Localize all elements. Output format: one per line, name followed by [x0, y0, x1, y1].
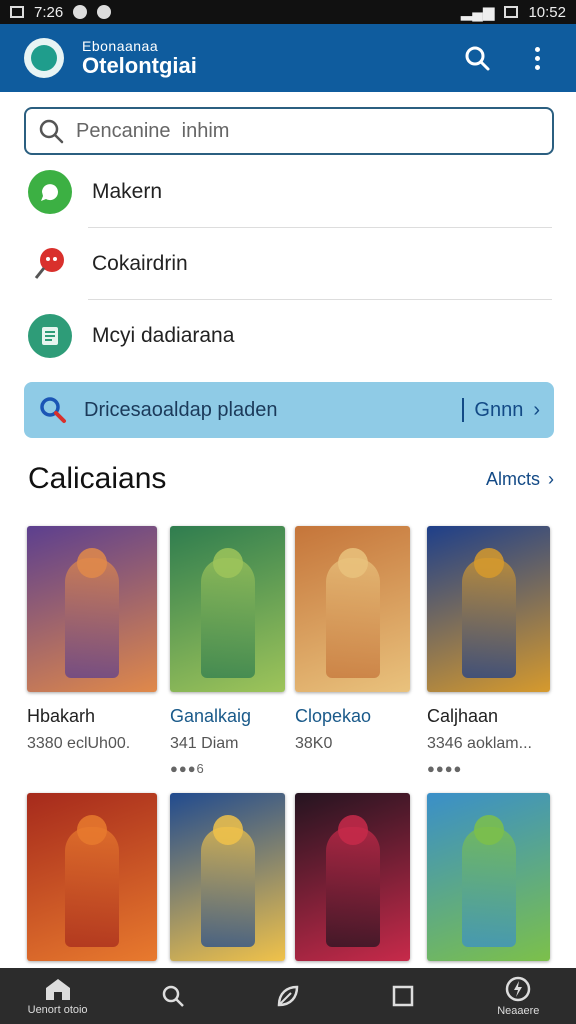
- more-options-icon[interactable]: [522, 43, 552, 73]
- image-icon: [10, 6, 24, 18]
- menu-item-makern[interactable]: Makern: [0, 156, 576, 228]
- search-bar[interactable]: [24, 107, 554, 155]
- app-titles: Ebonaanaa Otelontgiai: [82, 39, 197, 77]
- game-card[interactable]: [170, 793, 285, 961]
- nav-item-square[interactable]: [353, 968, 453, 1024]
- rating-dots: ●●●●: [427, 761, 463, 776]
- game-cover-image: [295, 526, 410, 692]
- nav-label: Uenort otoio: [27, 1004, 88, 1016]
- game-cover-image: [27, 793, 157, 961]
- game-title: Clopekao: [295, 706, 372, 726]
- game-card[interactable]: [27, 793, 157, 961]
- chat-bubble-icon: [28, 170, 72, 214]
- game-cover-image: [170, 526, 285, 692]
- game-title: Hbakarh: [27, 706, 96, 726]
- document-icon: [28, 314, 72, 358]
- signal-icon: ▂▄▆: [460, 4, 495, 21]
- game-card[interactable]: [427, 793, 550, 961]
- leaf-icon: [277, 985, 299, 1007]
- game-card[interactable]: Caljhaan 3346 aoklam... ●●●●: [427, 526, 550, 776]
- menu-item-mcyi-dadiarana[interactable]: Mcyi dadiarana: [0, 300, 576, 372]
- menu-item-cokairdrin[interactable]: Cokairdrin: [0, 228, 576, 300]
- home-icon: [45, 979, 70, 1000]
- status-bar: 7:26 ▂▄▆ 10:52: [0, 0, 576, 24]
- menu-item-label: Cokairdrin: [92, 252, 188, 275]
- battery-icon: [504, 6, 519, 18]
- game-cover-image: [427, 793, 550, 961]
- power-icon: [506, 976, 531, 1002]
- game-card[interactable]: [295, 793, 410, 961]
- see-more-label: Almcts: [486, 468, 540, 489]
- promo-banner[interactable]: Dricesaoaldap pladen Gnnn ›: [24, 382, 554, 438]
- notification-icon: [73, 5, 88, 19]
- status-time: 10:52: [528, 3, 566, 21]
- app-logo-icon: [24, 38, 64, 78]
- nav-label: Neaaere: [497, 1005, 540, 1017]
- game-cover-image: [427, 526, 550, 692]
- game-meta: 38K0: [295, 735, 333, 752]
- nav-item-home[interactable]: Uenort otoio: [8, 968, 108, 1024]
- status-left-text: 7:26: [34, 3, 64, 21]
- game-meta: 3380 eclUh00.: [27, 735, 131, 752]
- search-icon: [39, 119, 64, 144]
- section-title: Calicaians: [28, 462, 167, 495]
- pin-icon: [28, 242, 72, 286]
- section-header: Calicaians Almcts ›: [28, 462, 554, 496]
- menu-list: Makern Cokairdrin Mcyi dadiarana: [0, 156, 576, 372]
- menu-item-label: Makern: [92, 180, 163, 203]
- game-title: Caljhaan: [427, 706, 499, 726]
- game-meta: 3346 aoklam...: [427, 735, 532, 752]
- nav-item-leaf[interactable]: [238, 968, 338, 1024]
- app-icon: [97, 5, 112, 19]
- see-more-link[interactable]: Almcts ›: [486, 469, 554, 490]
- nav-item-search[interactable]: [123, 968, 223, 1024]
- app-subtitle: Ebonaanaa: [82, 38, 159, 55]
- game-title: Ganalkaig: [170, 706, 252, 726]
- game-cover-image: [295, 793, 410, 961]
- game-cover-image: [27, 526, 157, 692]
- game-meta: 341 Diam: [170, 735, 239, 752]
- divider: [462, 398, 465, 422]
- search-icon[interactable]: [462, 43, 492, 73]
- menu-item-label: Mcyi dadiarana: [92, 324, 235, 347]
- rating-dots: ●●●6: [170, 761, 205, 776]
- game-card[interactable]: Ganalkaig 341 Diam ●●●6: [170, 526, 285, 776]
- app-title: Otelontgiai: [82, 52, 197, 78]
- app-bar: Ebonaanaa Otelontgiai: [0, 24, 576, 92]
- search-icon: [162, 985, 184, 1007]
- bottom-nav: Uenort otoio Neaaere: [0, 968, 576, 1024]
- nav-item-power[interactable]: Neaaere: [468, 968, 568, 1024]
- game-cover-image: [170, 793, 285, 961]
- game-card[interactable]: Hbakarh 3380 eclUh00.: [27, 526, 157, 753]
- chevron-right-icon: ›: [533, 398, 540, 421]
- game-card[interactable]: Clopekao 38K0: [295, 526, 410, 753]
- banner-text: Dricesaoaldap pladen: [84, 398, 278, 421]
- banner-action[interactable]: Gnnn ›: [462, 398, 540, 422]
- banner-action-label: Gnnn: [474, 398, 524, 421]
- magnifier-icon: [40, 397, 66, 423]
- square-icon: [392, 985, 414, 1007]
- chevron-right-icon: ›: [548, 468, 554, 489]
- search-input[interactable]: [76, 119, 516, 143]
